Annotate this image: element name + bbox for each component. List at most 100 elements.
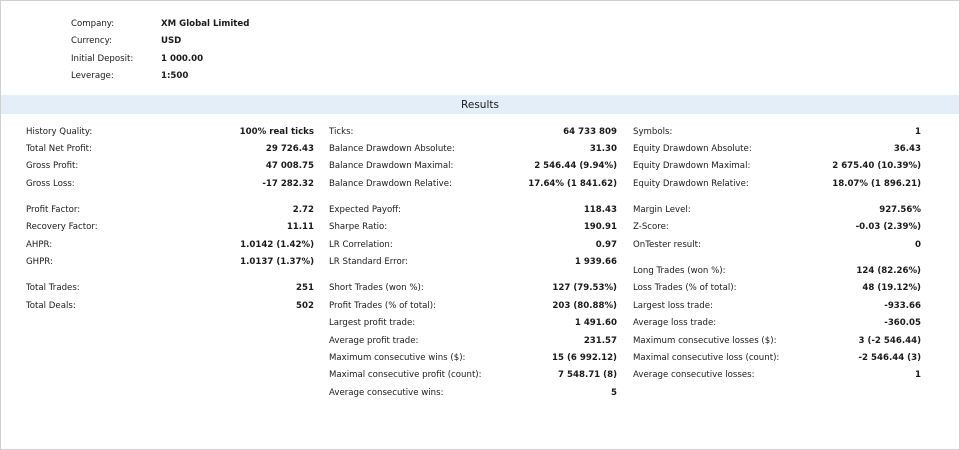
- stat-row: History Quality: 100% real ticks: [26, 123, 314, 140]
- stat-row: Balance Drawdown Maximal: 2 546.44 (9.94%…: [329, 158, 617, 175]
- stat-row: Total Deals: 502: [26, 297, 314, 314]
- info-label: Company:: [71, 18, 115, 29]
- stat-label: Total Trades:: [26, 283, 80, 294]
- stat-label: Short Trades (won %):: [329, 283, 424, 294]
- stat-label: Long Trades (won %):: [633, 266, 726, 277]
- stat-label: History Quality:: [26, 126, 93, 137]
- results-column-1: History Quality: 100% real ticks Total Net…: [26, 123, 314, 315]
- stat-label: Ticks:: [329, 126, 354, 137]
- stat-row: Sharpe Ratio: 190.91: [329, 219, 617, 236]
- stat-label: Average loss trade:: [633, 318, 717, 329]
- stat-row: Maximal consecutive loss (count): -2 546.…: [633, 349, 921, 366]
- stat-value: 2 675.40 (10.39%): [832, 161, 921, 172]
- stat-row: Profit Factor: 2.72: [26, 201, 314, 218]
- stat-row: Equity Drawdown Absolute: 36.43: [633, 140, 921, 157]
- stat-label: Symbols:: [633, 126, 673, 137]
- stat-value: -0.03 (2.39%): [855, 222, 921, 233]
- stat-row: OnTester result: 0: [633, 236, 921, 253]
- info-row-initial-deposit: Initial Deposit: 1 000.00: [71, 50, 249, 68]
- stat-label: Balance Drawdown Maximal:: [329, 161, 454, 172]
- stat-value: 190.91: [583, 222, 617, 233]
- stat-value: 1 939.66: [574, 257, 617, 268]
- info-value: USD: [161, 36, 182, 47]
- stat-value: 203 (80.88%): [552, 300, 617, 311]
- stat-row: Average profit trade: 231.57: [329, 332, 617, 349]
- stat-label: Gross Profit:: [26, 161, 79, 172]
- stat-row: Maximum consecutive losses ($): 3 (-2 546…: [633, 332, 921, 349]
- results-header: Results: [1, 95, 959, 114]
- stat-row: Gross Profit: 47 008.75: [26, 158, 314, 175]
- stat-value: 251: [296, 283, 314, 294]
- stat-label: Total Deals:: [26, 300, 76, 311]
- stat-value: 17.64% (1 841.62): [528, 178, 617, 189]
- stat-value: 31.30: [589, 144, 617, 155]
- stat-value: 7 548.71 (8): [558, 370, 617, 381]
- info-label: Currency:: [71, 36, 112, 47]
- stat-row: Average consecutive losses: 1: [633, 367, 921, 384]
- stat-value: 3 (-2 546.44): [858, 335, 921, 346]
- stat-label: Average profit trade:: [329, 335, 419, 346]
- stat-value: 18.07% (1 896.21): [832, 178, 921, 189]
- stat-label: Equity Drawdown Absolute:: [633, 144, 752, 155]
- stat-label: OnTester result:: [633, 239, 701, 250]
- stat-label: Maximal consecutive profit (count):: [329, 370, 482, 381]
- stat-label: Equity Drawdown Maximal:: [633, 161, 751, 172]
- stat-row: Expected Payoff: 118.43: [329, 201, 617, 218]
- stat-value: 1.0142 (1.42%): [240, 239, 314, 250]
- stat-row: Largest profit trade: 1 491.60: [329, 315, 617, 332]
- stat-value: 2.72: [292, 205, 314, 216]
- stat-row: LR Correlation: 0.97: [329, 236, 617, 253]
- account-info: Company: XM Global Limited Currency: USD…: [71, 15, 249, 85]
- stat-label: Expected Payoff:: [329, 205, 402, 216]
- stat-label: Average consecutive wins:: [329, 387, 444, 398]
- stat-label: Profit Factor:: [26, 205, 81, 216]
- info-value: 1:500: [161, 71, 189, 82]
- stat-value: 1 491.60: [574, 318, 617, 329]
- stat-value: 1.0137 (1.37%): [240, 257, 314, 268]
- stat-label: Maximal consecutive loss (count):: [633, 352, 780, 363]
- stat-row: Maximum consecutive wins ($): 15 (6 992.1…: [329, 349, 617, 366]
- stat-value: 0: [915, 239, 921, 250]
- stat-value: 1: [915, 370, 921, 381]
- stat-value: 48 (19.12%): [862, 283, 921, 294]
- stat-value: 11.11: [286, 222, 314, 233]
- info-row-currency: Currency: USD: [71, 33, 249, 51]
- stat-label: Equity Drawdown Relative:: [633, 178, 749, 189]
- stat-value: -933.66: [884, 300, 921, 311]
- stat-row: Symbols: 1: [633, 123, 921, 140]
- stat-row: Gross Loss: -17 282.32: [26, 175, 314, 192]
- stat-row: Equity Drawdown Relative: 18.07% (1 896.2…: [633, 175, 921, 192]
- stat-value: 1: [915, 126, 921, 137]
- stat-value: 231.57: [583, 335, 617, 346]
- stat-row: Loss Trades (% of total): 48 (19.12%): [633, 280, 921, 297]
- stat-label: Profit Trades (% of total):: [329, 300, 437, 311]
- stat-value: 2 546.44 (9.94%): [534, 161, 617, 172]
- stat-label: Total Net Profit:: [26, 144, 92, 155]
- stat-row: GHPR: 1.0137 (1.37%): [26, 254, 314, 271]
- stat-value: 927.56%: [879, 205, 921, 216]
- stat-value: -2 546.44 (3): [858, 352, 921, 363]
- stat-label: Sharpe Ratio:: [329, 222, 388, 233]
- stat-value: 118.43: [583, 205, 617, 216]
- stat-label: LR Correlation:: [329, 239, 393, 250]
- stat-label: Margin Level:: [633, 205, 691, 216]
- stat-row: Short Trades (won %): 127 (79.53%): [329, 280, 617, 297]
- stat-row: Profit Trades (% of total): 203 (80.88%): [329, 297, 617, 314]
- stat-value: 502: [296, 300, 314, 311]
- info-value: XM Global Limited: [161, 18, 250, 29]
- stat-row: Recovery Factor: 11.11: [26, 219, 314, 236]
- stat-value: 64 733 809: [563, 126, 617, 137]
- stat-label: Largest profit trade:: [329, 318, 416, 329]
- stat-row: Balance Drawdown Relative: 17.64% (1 841.…: [329, 175, 617, 192]
- stat-row: Ticks: 64 733 809: [329, 123, 617, 140]
- stat-row: Long Trades (won %): 124 (82.26%): [633, 262, 921, 279]
- stat-row: Total Trades: 251: [26, 280, 314, 297]
- stat-value: 100% real ticks: [239, 126, 314, 137]
- stat-label: Recovery Factor:: [26, 222, 98, 233]
